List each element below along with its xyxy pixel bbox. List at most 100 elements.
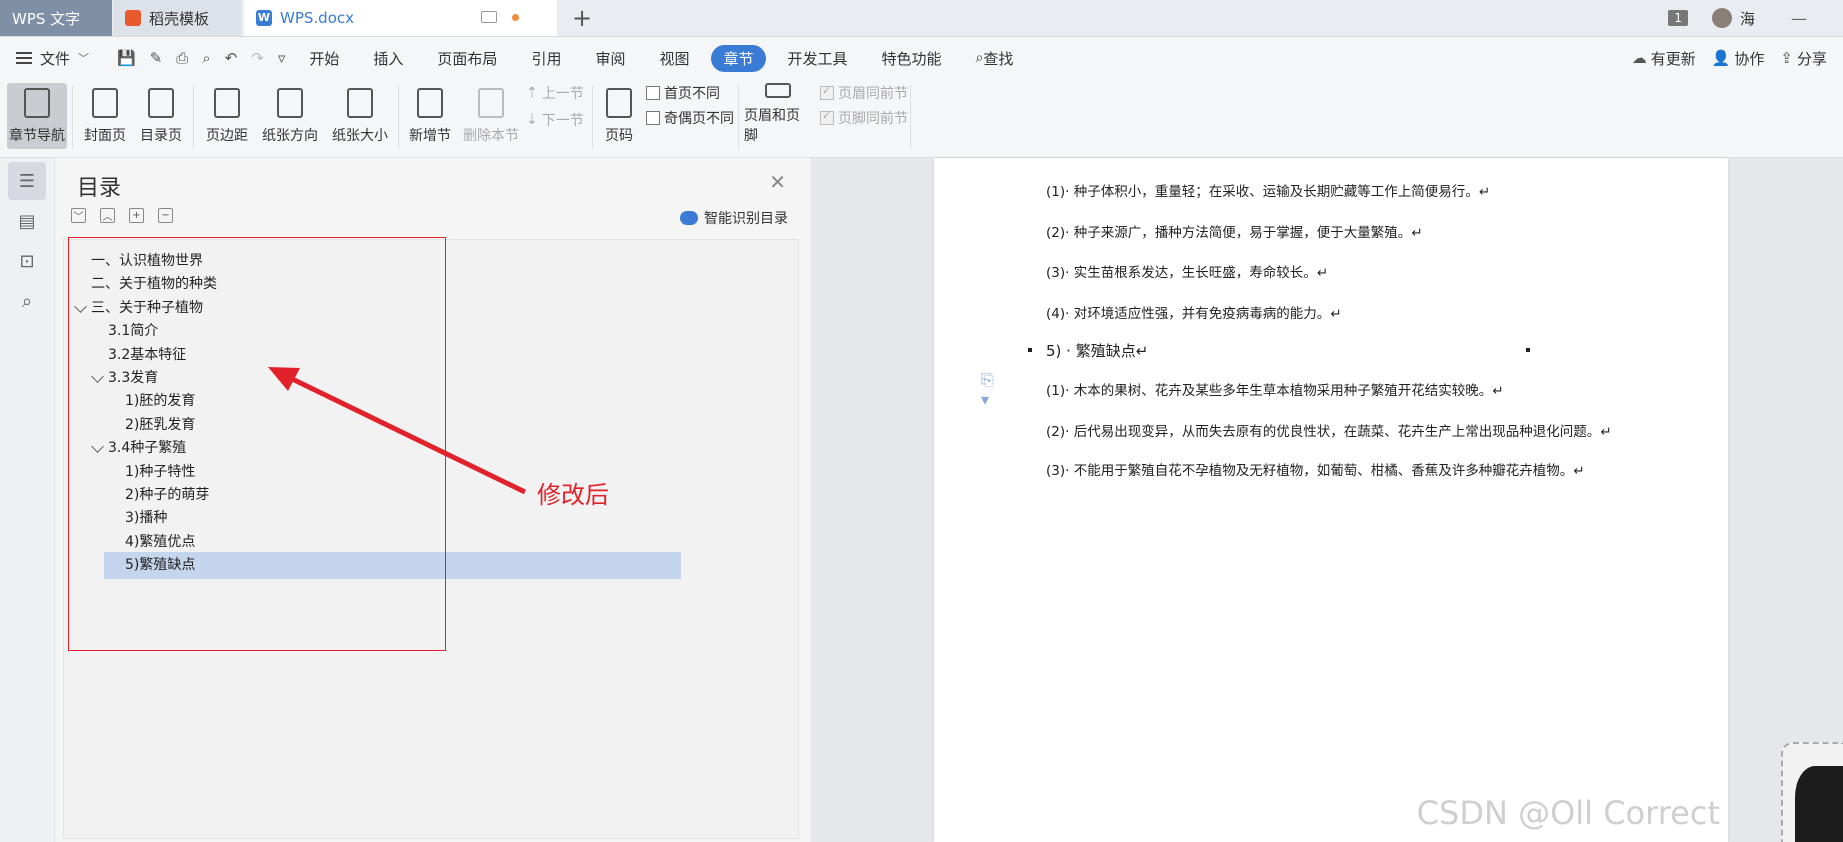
close-icon[interactable]: ✕ (769, 170, 786, 194)
format-marker (1526, 348, 1530, 352)
chevron-down-icon[interactable] (91, 370, 104, 383)
first-page-diff-label: 首页不同 (664, 86, 720, 102)
avatar[interactable] (1711, 8, 1732, 28)
redo-icon[interactable]: ↷ (251, 49, 264, 67)
section-nav-button[interactable]: 章节导航 (7, 83, 67, 149)
chevron-down-icon[interactable] (74, 299, 87, 313)
collab-button[interactable]: 👤 协作 (1712, 48, 1765, 69)
paper-size-label: 纸张大小 (332, 128, 388, 144)
document-area: ⎘ ▾ CSDN @Oll Correct (1)· 种子体积小，重量轻；在采收… (811, 158, 1843, 842)
hamburger-icon (16, 52, 32, 64)
next-section-button[interactable]: ⇣ 下一节 (526, 110, 584, 130)
file-menu-label: 文件 (40, 49, 71, 68)
tab-wps-writer[interactable]: WPS 文字 (0, 0, 112, 36)
document-paragraph[interactable]: (2)· 种子来源广，播种方法简便，易于掌握，便于大量繁殖。↵ (1046, 221, 1423, 241)
pet-widget[interactable] (1781, 742, 1843, 842)
tab-document-label: WPS.docx (280, 9, 354, 27)
checkbox-icon (820, 109, 834, 125)
first-page-diff-checkbox[interactable]: 首页不同 (646, 83, 720, 103)
menu-tabs: 开始 插入 页面布局 引用 审阅 视图 章节 开发工具 特色功能 ⌕ 查找 (309, 44, 1047, 72)
toc-list-icon[interactable]: ☰ (8, 162, 46, 200)
window-count-badge[interactable]: 1 (1668, 10, 1688, 26)
paragraph-handle-icon[interactable]: ⎘ ▾ (981, 370, 1001, 409)
page-number-button[interactable]: 页码 (598, 83, 640, 149)
smart-eye-icon (680, 211, 698, 225)
header-same-checkbox[interactable]: 页眉同前节 (820, 83, 908, 103)
toc-page-button[interactable]: 目录页 (134, 83, 188, 149)
menu-tab-8[interactable]: 特色功能 (882, 48, 942, 69)
toc-item-label: 5)繁殖缺点 (125, 557, 196, 574)
share-icon: ⇪ (1780, 49, 1793, 67)
menu-tab-5[interactable]: 视图 (659, 48, 689, 69)
menu-tab-1[interactable]: 插入 (373, 48, 403, 69)
menu-tab-6[interactable]: 章节 (711, 44, 766, 72)
bookmark-icon[interactable]: ⊡ (8, 242, 46, 280)
print-icon[interactable]: ⎙ (176, 49, 188, 67)
chevron-down-icon[interactable] (91, 440, 104, 454)
document-heading[interactable]: 5) · 繁殖缺点↵ (1046, 340, 1148, 361)
toc-item[interactable]: 5)繁殖缺点 (104, 552, 681, 580)
file-menu-button[interactable]: 文件 ﹀ (16, 48, 89, 69)
person-icon: 👤 (1711, 49, 1731, 67)
cover-page-label: 封面页 (84, 128, 126, 144)
collapse-up-icon[interactable]: ︿ (100, 208, 115, 223)
cloud-icon: ☁ (1631, 49, 1647, 67)
footer-same-checkbox[interactable]: 页脚同前节 (820, 108, 908, 128)
save-icon[interactable]: 💾 (117, 49, 136, 67)
user-name[interactable]: 海 (1740, 8, 1755, 29)
cover-page-button[interactable]: 封面页 (78, 83, 132, 149)
smart-toc-button[interactable]: 智能识别目录 (680, 208, 788, 228)
menu-tab-4[interactable]: 审阅 (595, 48, 625, 69)
monitor-icon[interactable] (481, 11, 497, 23)
next-section-icon: ⇣ (526, 112, 538, 128)
document-page[interactable]: ⎘ ▾ CSDN @Oll Correct (1)· 种子体积小，重量轻；在采收… (934, 158, 1728, 842)
remove-level-icon[interactable]: − (158, 208, 173, 223)
cover-page-icon (92, 88, 118, 118)
toc-panel: 目录 ✕ ﹀ ︿ + − 智能识别目录 一、认识植物世界 二、关于植物的种类 三、关… (55, 158, 810, 842)
menu-tab-0[interactable]: 开始 (309, 48, 339, 69)
undo-icon[interactable]: ↶ (225, 49, 238, 67)
checkbox-icon (646, 86, 660, 100)
footer-same-label: 页脚同前节 (838, 111, 908, 127)
menu-tab-7[interactable]: 开发工具 (788, 48, 848, 69)
margin-button[interactable]: 页边距 (200, 83, 254, 149)
document-paragraph[interactable]: (1)· 木本的果树、花卉及某些多年生草本植物采用种子繁殖开花结实较晚。↵ (1046, 379, 1504, 399)
tab-document[interactable]: W WPS.docx (244, 0, 557, 36)
print-preview-icon[interactable]: ⌕ (202, 49, 210, 67)
smart-toc-label: 智能识别目录 (704, 211, 788, 227)
prev-section-button[interactable]: ⇡ 上一节 (526, 83, 584, 103)
orientation-button[interactable]: 纸张方向 (258, 83, 322, 149)
new-section-button[interactable]: 新增节 (404, 83, 456, 149)
odd-even-diff-checkbox[interactable]: 奇偶页不同 (646, 108, 734, 128)
odd-even-diff-label: 奇偶页不同 (664, 111, 734, 127)
document-paragraph[interactable]: (3)· 不能用于繁殖自花不孕植物及无籽植物，如葡萄、柑橘、香蕉及许多种瓣花卉植… (1046, 459, 1585, 479)
unsaved-dot-icon (512, 14, 519, 21)
find-icon[interactable]: ⌕ (8, 282, 46, 320)
more-dropdown-icon[interactable]: ▿ (278, 49, 286, 67)
page-thumbnail-icon[interactable]: ▤ (8, 202, 46, 240)
ribbon-chapter: 章节导航 封面页 目录页 页边距 纸张方向 纸张大小 新增节 删除本节 ⇡ 上一… (0, 79, 1843, 158)
new-tab-button[interactable]: + (572, 4, 592, 32)
tab-docer-templates[interactable]: 稻壳模板 (113, 0, 241, 36)
delete-section-button[interactable]: 删除本节 (462, 83, 520, 149)
document-paragraph[interactable]: (3)· 实生苗根系发达，生长旺盛，寿命较长。↵ (1046, 261, 1328, 281)
menu-tab-9[interactable]: 查找 (983, 48, 1013, 69)
toc-title: 目录 (77, 176, 122, 201)
new-section-label: 新增节 (409, 128, 451, 144)
search-icon: ⌕ (975, 50, 984, 66)
document-paragraph[interactable]: (4)· 对环境适应性强，并有免疫病毒病的能力。↵ (1046, 302, 1342, 322)
paper-size-button[interactable]: 纸张大小 (328, 83, 392, 149)
format-painter-icon[interactable]: ✎ (150, 49, 163, 67)
update-button[interactable]: ☁ 有更新 (1632, 48, 1696, 69)
minimize-button[interactable]: — (1789, 9, 1809, 28)
add-level-icon[interactable]: + (129, 208, 144, 223)
menu-tab-3[interactable]: 引用 (531, 48, 561, 69)
header-footer-button[interactable]: 页眉和页脚 (744, 83, 812, 149)
document-paragraph[interactable]: (1)· 种子体积小，重量轻；在采收、运输及长期贮藏等工作上简便易行。↵ (1046, 180, 1490, 200)
header-footer-label: 页眉和页脚 (744, 108, 800, 144)
document-paragraph[interactable]: (2)· 后代易出现变异，从而失去原有的优良性状，在蔬菜、花卉生产上常出现品种退… (1046, 420, 1612, 440)
share-button[interactable]: ⇪ 分享 (1780, 48, 1827, 69)
expand-down-icon[interactable]: ﹀ (71, 208, 86, 223)
menu-tab-2[interactable]: 页面布局 (437, 48, 497, 69)
docer-icon (125, 10, 141, 26)
